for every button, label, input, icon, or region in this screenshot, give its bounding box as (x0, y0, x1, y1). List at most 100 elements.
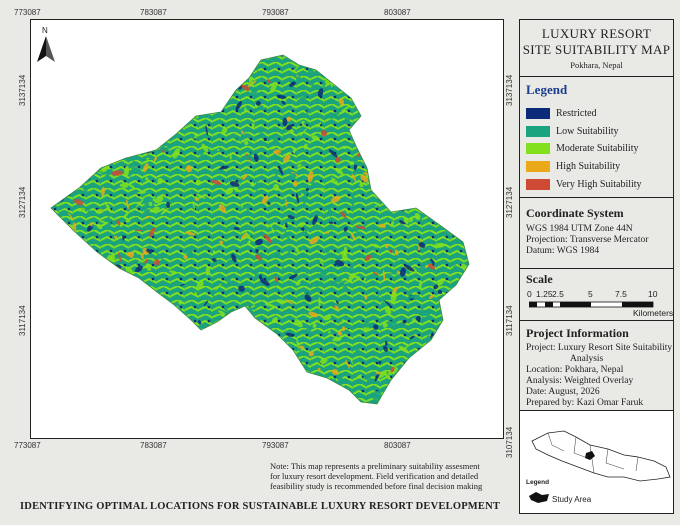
raster-cell (53, 185, 59, 191)
raster-cell (136, 301, 139, 305)
raster-cell (126, 301, 135, 307)
raster-cell (92, 60, 98, 64)
raster-cell (70, 83, 76, 88)
note-line-1: Note: This map represents a preliminary … (270, 461, 480, 471)
raster-cell (432, 213, 438, 217)
raster-cell (422, 63, 431, 72)
raster-cell (227, 337, 239, 343)
raster-cell (192, 90, 196, 93)
raster-cell (114, 105, 117, 108)
raster-cell (382, 69, 387, 76)
raster-cell (377, 122, 383, 131)
raster-cell (367, 55, 377, 60)
raster-cell (428, 192, 432, 195)
raster-cell (446, 155, 451, 162)
raster-cell (256, 380, 264, 385)
raster-cell (119, 320, 124, 325)
raster-cell (446, 134, 453, 142)
raster-cell (137, 133, 142, 137)
raster-cell (97, 338, 102, 342)
raster-cell (104, 106, 107, 111)
raster-cell (51, 180, 58, 182)
raster-cell (111, 355, 114, 360)
raster-cell (187, 59, 192, 70)
raster-cell (52, 118, 65, 120)
raster-cell (420, 381, 427, 393)
raster-cell (437, 70, 443, 75)
raster-cell (75, 237, 79, 248)
raster-cell (462, 382, 469, 387)
raster-cell (241, 355, 248, 361)
raster-cell (459, 289, 462, 294)
raster-cell (427, 90, 432, 94)
raster-cell (170, 349, 174, 359)
raster-cell (376, 149, 386, 157)
raster-cell (318, 379, 324, 388)
raster-cell (86, 122, 91, 127)
raster-cell (461, 87, 467, 95)
raster-cell (380, 174, 383, 178)
raster-cell (278, 350, 283, 356)
legend-heading: Legend (526, 82, 568, 97)
raster-cell (89, 324, 96, 331)
raster-cell (51, 317, 60, 322)
raster-cell (98, 270, 103, 282)
raster-cell (414, 166, 425, 172)
raster-cell (108, 137, 114, 143)
raster-cell (249, 325, 256, 332)
raster-cell (443, 369, 454, 373)
raster-cell (395, 196, 404, 203)
raster-cell (366, 70, 374, 79)
raster-cell (129, 98, 139, 108)
raster-cell (380, 192, 385, 196)
raster-cell (400, 386, 408, 392)
raster-cell (68, 160, 73, 163)
raster-cell (241, 341, 245, 349)
raster-cell (102, 367, 112, 375)
raster-cell (108, 306, 115, 312)
raster-cell (376, 73, 381, 80)
project-line-2: Analysis (570, 354, 604, 364)
raster-cell (109, 274, 118, 279)
raster-cell (261, 399, 272, 404)
raster-cell (87, 79, 91, 83)
legend-swatch-low (526, 125, 550, 137)
raster-cell (95, 102, 100, 111)
raster-cell (134, 229, 143, 232)
raster-cell (148, 315, 152, 319)
raster-cell (51, 388, 54, 391)
grid-bottom-x-2: 783087 (140, 441, 167, 450)
raster-cell (443, 129, 447, 133)
raster-cell (464, 182, 469, 186)
raster-cell (51, 396, 55, 399)
raster-cell (464, 379, 469, 386)
raster-cell (67, 180, 79, 188)
raster-cell (135, 101, 139, 107)
legend-item-restricted: Restricted (526, 107, 597, 119)
raster-cell (113, 119, 118, 127)
raster-cell (60, 265, 66, 271)
grid-right-y-1: 3137134 (505, 74, 514, 106)
raster-cell (389, 120, 399, 126)
crs-line: WGS 1984 UTM Zone 44N (526, 224, 633, 234)
raster-cell (62, 308, 68, 317)
note-line-3: feasibility study is recommended before … (270, 481, 483, 491)
raster-cell (81, 90, 85, 96)
raster-cell (405, 146, 409, 150)
raster-cell (162, 74, 165, 78)
raster-cell (59, 278, 66, 285)
raster-cell (406, 165, 413, 176)
raster-cell (112, 58, 124, 63)
raster-cell (279, 385, 284, 388)
raster-cell (96, 70, 102, 75)
raster-cell (94, 156, 101, 165)
raster-cell (93, 68, 100, 78)
raster-cell (436, 138, 441, 146)
raster-cell (166, 357, 172, 364)
raster-cell (138, 364, 145, 373)
projection-line: Projection: Transverse Mercator (526, 235, 649, 245)
raster-cell (85, 148, 89, 153)
raster-cell (88, 388, 94, 396)
raster-cell (83, 158, 93, 165)
raster-cell (52, 213, 55, 220)
